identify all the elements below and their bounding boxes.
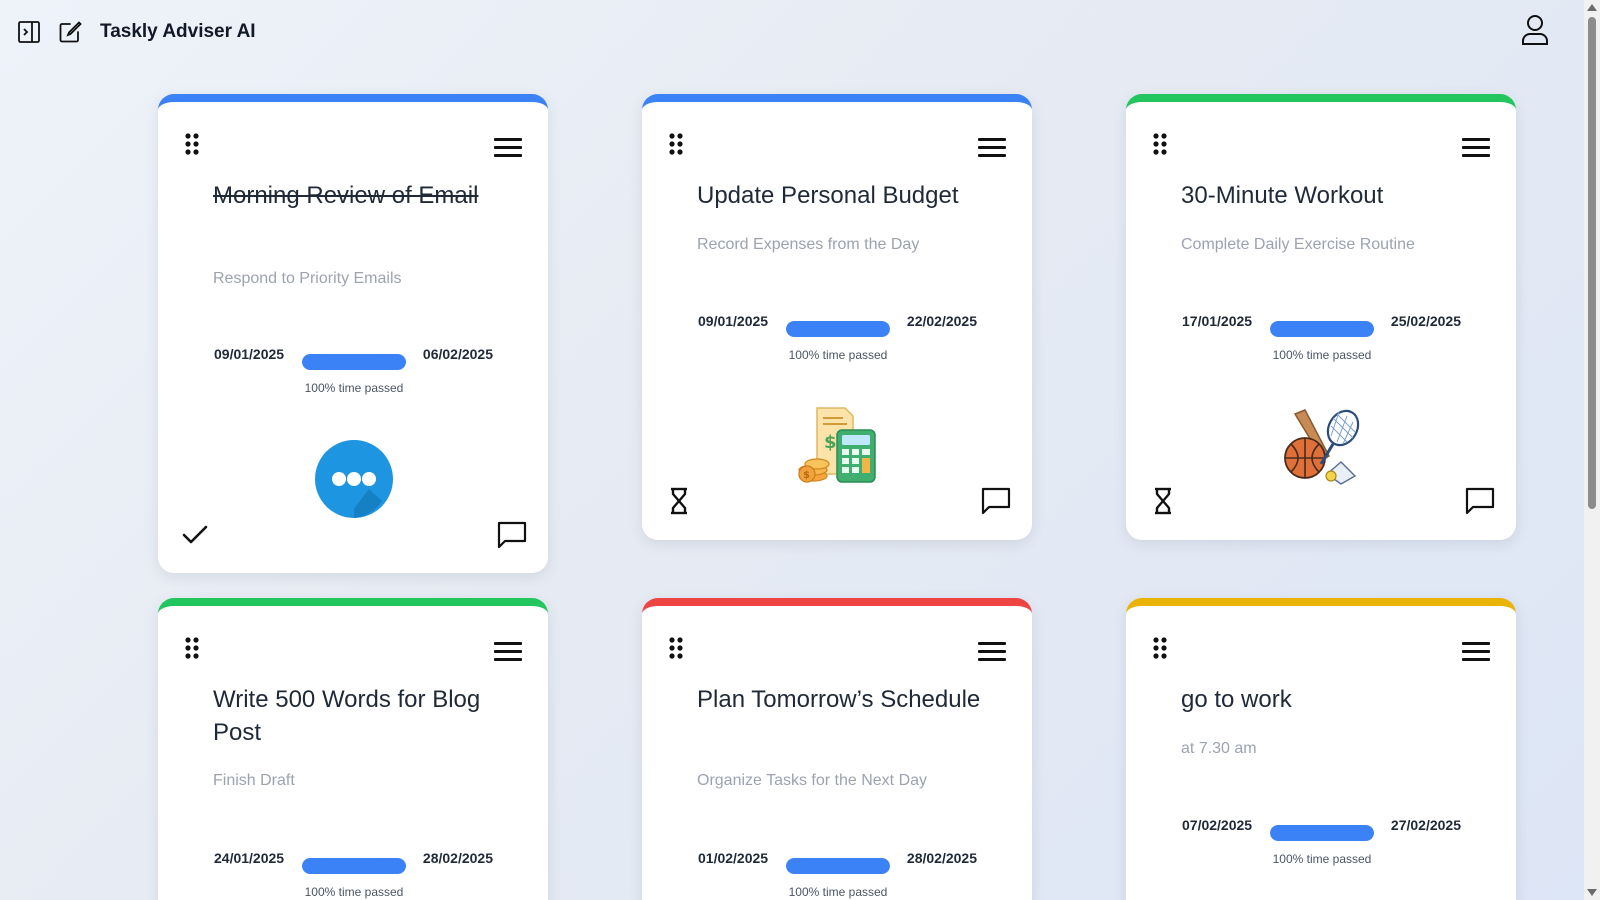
start-date: 01/02/2025 bbox=[698, 850, 769, 866]
start-date: 24/01/2025 bbox=[214, 850, 285, 866]
date-range: 09/01/2025 06/02/2025 100% time passed bbox=[158, 346, 548, 396]
time-progress-bar bbox=[786, 321, 890, 337]
time-progress-bar bbox=[1270, 825, 1374, 841]
hourglass-icon[interactable] bbox=[664, 486, 694, 516]
progress-fill bbox=[302, 858, 406, 874]
task-card: go to work at 7.30 am 07/02/2025 27/02/2… bbox=[1126, 598, 1516, 900]
card-menu-icon[interactable] bbox=[1462, 138, 1492, 160]
drag-handle-icon[interactable] bbox=[1152, 636, 1168, 660]
progress-fill bbox=[302, 354, 406, 370]
app-title: Taskly Adviser AI bbox=[100, 21, 256, 42]
date-range: 07/02/2025 27/02/2025 100% time passed bbox=[1126, 817, 1516, 867]
card-menu-icon[interactable] bbox=[978, 642, 1008, 664]
progress-label: 100% time passed bbox=[788, 348, 888, 362]
start-date: 09/01/2025 bbox=[214, 346, 285, 362]
card-menu-icon[interactable] bbox=[978, 138, 1008, 160]
start-date: 09/01/2025 bbox=[698, 313, 769, 329]
card-subtitle: Respond to Priority Emails bbox=[213, 270, 402, 287]
progress-label: 100% time passed bbox=[788, 885, 888, 899]
progress-fill bbox=[786, 858, 890, 874]
task-card: Update Personal Budget Record Expenses f… bbox=[642, 94, 1032, 540]
sports-equipment-icon bbox=[1281, 406, 1363, 488]
card-title: go to work bbox=[1181, 686, 1292, 713]
top-bar: Taskly Adviser AI bbox=[0, 0, 1584, 66]
svg-text:$: $ bbox=[803, 470, 810, 481]
progress-label: 100% time passed bbox=[1272, 852, 1372, 866]
task-card: Write 500 Words for Blog Post Finish Dra… bbox=[158, 598, 548, 900]
card-menu-icon[interactable] bbox=[494, 642, 524, 664]
user-icon[interactable] bbox=[1519, 13, 1551, 47]
end-date: 27/02/2025 bbox=[1390, 817, 1461, 833]
date-range: 24/01/2025 28/02/2025 100% time passed bbox=[158, 850, 548, 900]
comment-icon[interactable] bbox=[496, 520, 528, 550]
card-title: Write 500 Words for Blog Post bbox=[213, 686, 481, 746]
start-date: 17/01/2025 bbox=[1182, 313, 1253, 329]
date-range: 09/01/2025 22/02/2025 100% time passed bbox=[642, 313, 1032, 363]
end-date: 28/02/2025 bbox=[422, 850, 493, 866]
card-subtitle: Finish Draft bbox=[213, 772, 295, 789]
hourglass-icon[interactable] bbox=[1148, 486, 1178, 516]
progress-label: 100% time passed bbox=[304, 381, 404, 395]
end-date: 28/02/2025 bbox=[906, 850, 977, 866]
card-subtitle: at 7.30 am bbox=[1181, 740, 1257, 757]
card-menu-icon[interactable] bbox=[494, 138, 524, 160]
date-range: 01/02/2025 28/02/2025 100% time passed bbox=[642, 850, 1032, 900]
drag-handle-icon[interactable] bbox=[668, 636, 684, 660]
checkmark-icon[interactable] bbox=[180, 520, 210, 550]
new-chat-icon[interactable] bbox=[57, 19, 83, 45]
start-date: 07/02/2025 bbox=[1182, 817, 1253, 833]
time-progress-bar bbox=[786, 858, 890, 874]
task-card: Plan Tomorrow’s Schedule Organize Tasks … bbox=[642, 598, 1032, 900]
card-subtitle: Complete Daily Exercise Routine bbox=[1181, 236, 1415, 253]
drag-handle-icon[interactable] bbox=[1152, 132, 1168, 156]
drag-handle-icon[interactable] bbox=[184, 132, 200, 156]
scroll-down-arrow-icon[interactable] bbox=[1587, 889, 1597, 896]
card-title: Plan Tomorrow’s Schedule bbox=[697, 686, 981, 713]
end-date: 06/02/2025 bbox=[422, 346, 493, 362]
task-card: 30-Minute Workout Complete Daily Exercis… bbox=[1126, 94, 1516, 540]
page-scrollbar[interactable] bbox=[1584, 0, 1600, 900]
task-card: Morning Review of Email Respond to Prior… bbox=[158, 94, 548, 573]
end-date: 22/02/2025 bbox=[906, 313, 977, 329]
card-subtitle: Record Expenses from the Day bbox=[697, 236, 920, 253]
card-title: 30-Minute Workout bbox=[1181, 182, 1384, 209]
chat-bubble-icon bbox=[314, 439, 394, 519]
drag-handle-icon[interactable] bbox=[184, 636, 200, 660]
card-title: Update Personal Budget bbox=[697, 182, 959, 209]
time-progress-bar bbox=[302, 858, 406, 874]
comment-icon[interactable] bbox=[1464, 486, 1496, 516]
budget-calculator-icon: $ $ bbox=[797, 404, 879, 486]
card-subtitle: Organize Tasks for the Next Day bbox=[697, 772, 928, 789]
progress-label: 100% time passed bbox=[1272, 348, 1372, 362]
drag-handle-icon[interactable] bbox=[668, 132, 684, 156]
svg-text:$: $ bbox=[824, 432, 837, 453]
scroll-up-arrow-icon[interactable] bbox=[1587, 4, 1597, 11]
progress-fill bbox=[1270, 321, 1374, 337]
sidebar-toggle-icon[interactable] bbox=[16, 19, 42, 45]
card-title: Morning Review of Email bbox=[213, 182, 479, 209]
time-progress-bar bbox=[302, 354, 406, 370]
card-menu-icon[interactable] bbox=[1462, 642, 1492, 664]
time-progress-bar bbox=[1270, 321, 1374, 337]
progress-fill bbox=[1270, 825, 1374, 841]
progress-fill bbox=[786, 321, 890, 337]
comment-icon[interactable] bbox=[980, 486, 1012, 516]
scroll-thumb[interactable] bbox=[1588, 17, 1596, 509]
progress-label: 100% time passed bbox=[304, 885, 404, 899]
date-range: 17/01/2025 25/02/2025 100% time passed bbox=[1126, 313, 1516, 363]
end-date: 25/02/2025 bbox=[1390, 313, 1461, 329]
